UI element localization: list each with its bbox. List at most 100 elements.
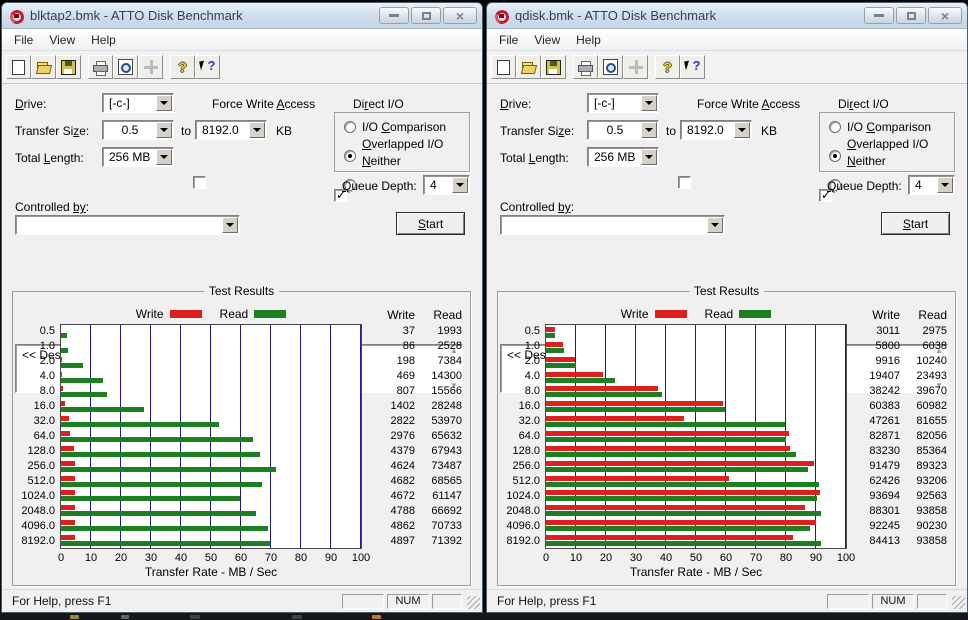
drive-select[interactable]: [-c-] (102, 93, 174, 113)
read-bar (61, 467, 276, 472)
y-axis-tick-label: 256.0 (16, 459, 60, 474)
transfer-size-from-select[interactable]: 0.5 (102, 120, 174, 140)
total-length-label: Total Length: (500, 151, 569, 165)
queue-depth-select[interactable]: 4 (423, 175, 470, 195)
write-bar (61, 416, 69, 421)
save-file-button[interactable] (56, 55, 81, 79)
legend-write-label: Write (136, 307, 164, 321)
dropdown-arrow-button[interactable] (452, 177, 468, 193)
minimize-button[interactable] (379, 7, 409, 24)
menu-file[interactable]: File (6, 31, 41, 49)
overlapped-io-radio[interactable] (829, 150, 841, 162)
dropdown-arrow-button[interactable] (734, 122, 750, 138)
new-document-button[interactable] (6, 55, 31, 79)
taskbar-icon-blob (190, 615, 200, 619)
save-file-button[interactable] (541, 55, 566, 79)
io-comparison-label[interactable]: I/O Comparison (847, 120, 931, 134)
write-value: 19407 (847, 369, 904, 384)
transfer-size-to-select[interactable]: 8192.0 (680, 120, 752, 140)
maximize-button[interactable] (896, 7, 926, 24)
help-button[interactable]: ? (655, 55, 680, 79)
printer-icon (93, 61, 108, 74)
dropdown-arrow-button[interactable] (156, 95, 172, 111)
overlapped-io-label[interactable]: Overlapped I/O (847, 137, 928, 151)
dropdown-arrow-button[interactable] (641, 122, 657, 138)
open-file-button[interactable] (31, 55, 56, 79)
total-length-select[interactable]: 256 MB (102, 147, 174, 167)
total-length-select[interactable]: 256 MB (587, 147, 659, 167)
force-write-access-label[interactable]: Force Write Access (212, 97, 315, 111)
neither-label[interactable]: Neither (362, 154, 401, 168)
toolbar-separator (81, 67, 88, 68)
dropdown-arrow-button[interactable] (641, 149, 657, 165)
context-help-button[interactable]: ? (680, 55, 705, 79)
total-length-label: Total Length: (15, 151, 84, 165)
io-comparison-label[interactable]: I/O Comparison (362, 120, 446, 134)
move-button[interactable] (623, 55, 648, 79)
direct-io-label[interactable]: Direct I/O (353, 97, 404, 111)
legend-write-label: Write (621, 307, 649, 321)
write-bar (546, 505, 805, 510)
overlapped-io-radio[interactable] (344, 150, 356, 162)
y-axis-tick-label: 4.0 (501, 369, 545, 384)
chart-plot-area (60, 324, 362, 549)
queue-depth-value: 4 (424, 178, 451, 192)
open-file-button[interactable] (516, 55, 541, 79)
overlapped-io-label[interactable]: Overlapped I/O (362, 137, 443, 151)
x-axis-tick-label: 40 (660, 552, 672, 564)
write-bar (61, 357, 62, 362)
chart-row (61, 429, 361, 444)
print-preview-button[interactable] (598, 55, 623, 79)
controlled-by-select[interactable] (15, 215, 240, 235)
io-comparison-radio[interactable] (829, 121, 841, 133)
resize-grip[interactable] (952, 596, 965, 609)
y-axis-tick-label: 1.0 (501, 339, 545, 354)
x-axis-tick-label: 40 (175, 552, 187, 564)
io-comparison-radio[interactable] (344, 121, 356, 133)
help-button[interactable]: ? (170, 55, 195, 79)
start-button[interactable]: Start (881, 212, 950, 235)
controlled-by-select[interactable] (500, 215, 725, 235)
write-value: 83230 (847, 444, 904, 459)
force-write-access-checkbox[interactable] (678, 176, 691, 189)
menu-help[interactable]: Help (568, 31, 609, 49)
queue-depth-select[interactable]: 4 (908, 175, 955, 195)
print-button[interactable] (573, 55, 598, 79)
force-write-access-checkbox[interactable] (193, 176, 206, 189)
direct-io-label[interactable]: Direct I/O (838, 97, 889, 111)
transfer-size-to-select[interactable]: 8192.0 (195, 120, 267, 140)
read-bar (61, 378, 103, 383)
dropdown-arrow-button[interactable] (707, 217, 723, 233)
dropdown-arrow-button[interactable] (222, 217, 238, 233)
close-button[interactable]: × (928, 7, 962, 24)
maximize-button[interactable] (411, 7, 441, 24)
write-value: 38242 (847, 384, 904, 399)
close-button[interactable]: × (443, 7, 477, 24)
chevron-down-icon (645, 155, 653, 159)
write-bar (546, 476, 729, 481)
dropdown-arrow-button[interactable] (937, 177, 953, 193)
move-button[interactable] (138, 55, 163, 79)
force-write-access-label[interactable]: Force Write Access (697, 97, 800, 111)
menu-help[interactable]: Help (83, 31, 124, 49)
minimize-button[interactable] (864, 7, 894, 24)
resize-grip[interactable] (467, 596, 480, 609)
start-button[interactable]: Start (396, 212, 465, 235)
minimize-icon (389, 14, 399, 17)
menu-view[interactable]: View (41, 31, 83, 49)
dropdown-arrow-button[interactable] (249, 122, 265, 138)
context-help-button[interactable]: ? (195, 55, 220, 79)
dropdown-arrow-button[interactable] (641, 95, 657, 111)
menu-view[interactable]: View (526, 31, 568, 49)
neither-label[interactable]: Neither (847, 154, 886, 168)
transfer-size-from-select[interactable]: 0.5 (587, 120, 659, 140)
dropdown-arrow-button[interactable] (156, 149, 172, 165)
dropdown-arrow-button[interactable] (156, 122, 172, 138)
read-legend-swatch (254, 310, 286, 318)
new-document-button[interactable] (491, 55, 516, 79)
print-button[interactable] (88, 55, 113, 79)
menu-file[interactable]: File (491, 31, 526, 49)
drive-select[interactable]: [-c-] (587, 93, 659, 113)
read-bar (546, 467, 808, 472)
print-preview-button[interactable] (113, 55, 138, 79)
